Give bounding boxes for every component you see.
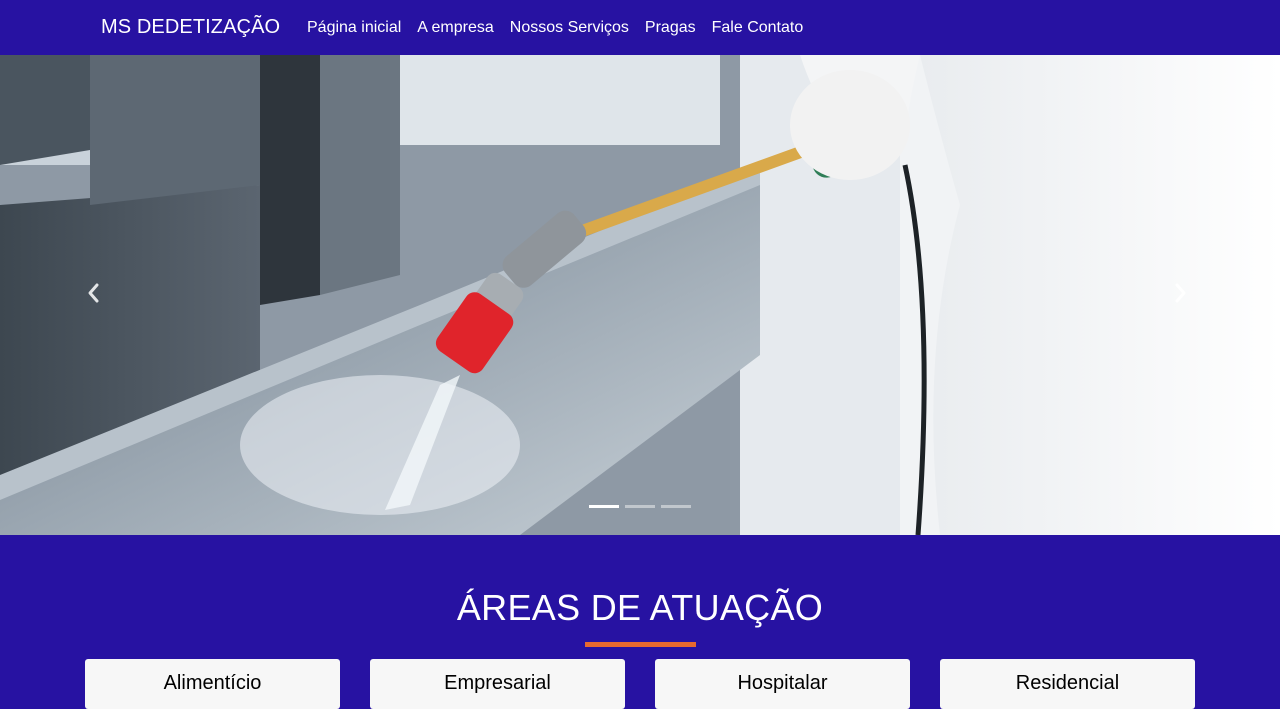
carousel-next-button[interactable]: [1174, 282, 1194, 308]
nav-link-fale-contato[interactable]: Fale Contato: [704, 18, 812, 37]
chevron-right-icon: [1175, 283, 1186, 303]
nav-link-nossos-servicos[interactable]: Nossos Serviços: [502, 18, 637, 37]
navbar: MS DEDETIZAÇÃO Página inicial A empresa …: [0, 0, 1280, 55]
carousel-prev-button[interactable]: [86, 282, 106, 308]
hero-image: [0, 55, 1280, 535]
areas-title: ÁREAS DE ATUAÇÃO: [456, 587, 824, 628]
carousel-indicator-1[interactable]: [589, 505, 619, 508]
brand-logo[interactable]: MS DEDETIZAÇÃO: [101, 16, 280, 39]
area-card-hospitalar[interactable]: Hospitalar: [655, 659, 910, 709]
chevron-left-icon: [88, 283, 99, 303]
nav-links: Página inicial A empresa Nossos Serviços…: [299, 18, 811, 37]
area-card-empresarial[interactable]: Empresarial: [370, 659, 625, 709]
carousel-indicators: [589, 505, 691, 508]
areas-section: ÁREAS DE ATUAÇÃO Alimentício Empresarial…: [0, 535, 1280, 709]
carousel-indicator-3[interactable]: [661, 505, 691, 508]
area-card-residencial[interactable]: Residencial: [940, 659, 1195, 709]
areas-cards: Alimentício Empresarial Hospitalar Resid…: [85, 659, 1195, 709]
nav-link-a-empresa[interactable]: A empresa: [409, 18, 501, 37]
nav-link-pragas[interactable]: Pragas: [637, 18, 704, 37]
carousel-indicator-2[interactable]: [625, 505, 655, 508]
area-card-alimenticio[interactable]: Alimentício: [85, 659, 340, 709]
nav-link-pagina-inicial[interactable]: Página inicial: [299, 18, 409, 37]
hero-carousel: [0, 55, 1280, 535]
title-underline: [585, 642, 696, 647]
